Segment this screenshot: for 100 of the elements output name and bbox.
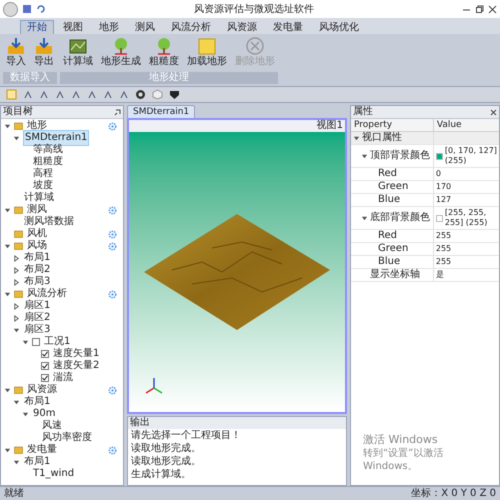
expanded-caret-icon[interactable] <box>13 458 20 466</box>
ribbon-button[interactable]: 粗糙度 <box>146 36 182 72</box>
tree-item[interactable]: 坡度 <box>32 179 54 193</box>
tree-item[interactable]: 风功率密度 <box>41 431 93 445</box>
tree-item[interactable]: 高程 <box>32 167 54 181</box>
folder-icon <box>14 386 23 394</box>
ribbon-button[interactable]: 导入 <box>3 36 29 72</box>
tree-item[interactable]: 风流分析 <box>26 287 68 301</box>
property-name: Blue <box>378 194 400 206</box>
save-icon[interactable] <box>22 4 32 14</box>
expanded-caret-icon[interactable] <box>4 290 11 298</box>
ribbon-tab[interactable]: 视图 <box>56 20 90 34</box>
settings-icon[interactable] <box>108 386 117 394</box>
camera-icon[interactable] <box>135 89 146 100</box>
ribbon-tab[interactable]: 风资源 <box>220 20 264 34</box>
checkbox[interactable] <box>41 350 49 358</box>
folder-icon <box>14 122 23 130</box>
tree-item[interactable]: 地形 <box>26 119 48 133</box>
tree-item[interactable]: 风机 <box>26 227 48 241</box>
tree-item[interactable]: 布局1 <box>23 455 52 469</box>
tree-item[interactable]: 计算域 <box>23 191 55 205</box>
tree-item[interactable]: 布局3 <box>23 275 52 289</box>
ribbon-button[interactable]: 导出 <box>31 36 57 72</box>
collapsed-caret-icon[interactable] <box>13 278 20 286</box>
checkbox[interactable] <box>41 362 49 370</box>
ribbon-tab[interactable]: 地形 <box>92 20 126 34</box>
expanded-caret-icon[interactable] <box>4 446 11 454</box>
expanded-caret-icon[interactable] <box>4 386 11 394</box>
ribbon-button[interactable]: 地形生成 <box>98 36 144 72</box>
expanded-caret-icon[interactable] <box>361 152 368 160</box>
collapsed-caret-icon[interactable] <box>13 266 20 274</box>
expanded-caret-icon[interactable] <box>13 326 20 334</box>
tree-item[interactable]: 测风塔数据 <box>23 215 75 229</box>
pin-icon[interactable] <box>114 108 121 116</box>
ribbon-button[interactable]: 计算域 <box>60 36 96 72</box>
tree-item[interactable]: 风资源 <box>26 383 58 397</box>
expanded-caret-icon[interactable] <box>22 338 29 346</box>
property-value: [255, 255, 255] (255) <box>444 207 488 229</box>
settings-icon[interactable] <box>108 290 117 298</box>
download-icon <box>34 36 54 56</box>
close-icon[interactable] <box>490 108 497 116</box>
expanded-caret-icon[interactable] <box>22 410 29 418</box>
ribbon-group-label: 地形处理 <box>60 72 278 84</box>
property-value: 0 <box>436 168 441 180</box>
close-icon[interactable] <box>488 4 497 14</box>
collapsed-caret-icon[interactable] <box>13 302 20 310</box>
status-text: 坐标：X 0 Y 0 Z 0 <box>411 488 496 500</box>
folder-icon <box>14 206 23 214</box>
undo-icon[interactable] <box>36 4 46 14</box>
tree-item[interactable]: 测风 <box>26 203 48 217</box>
expanded-caret-icon[interactable] <box>13 398 20 406</box>
tree-item[interactable]: 布局1 <box>23 251 52 265</box>
property-name: Red <box>378 230 397 242</box>
tree-item[interactable]: 布局1 <box>23 395 52 409</box>
property-value: [0, 170, 127] (255) <box>444 145 498 167</box>
property-value: 170 <box>436 181 452 193</box>
tree-item[interactable]: 布局2 <box>23 263 52 277</box>
ribbon-tab[interactable]: 开始 <box>20 20 54 34</box>
tree-item[interactable]: 发电量 <box>26 443 58 457</box>
checkbox[interactable] <box>41 374 49 382</box>
folder-icon <box>14 446 23 454</box>
property-name: 底部背景颜色 <box>370 212 430 224</box>
tree-item[interactable]: 粗糙度 <box>32 155 64 169</box>
expanded-caret-icon[interactable] <box>361 214 368 222</box>
tree-item[interactable]: 速度矢量2 <box>52 359 100 373</box>
tree-item[interactable]: 风场 <box>26 239 48 253</box>
tree-item[interactable]: 扇区3 <box>23 323 52 337</box>
tree-item[interactable]: 工况1 <box>43 335 72 349</box>
restore-icon[interactable] <box>475 4 484 14</box>
tree-item[interactable]: 等高线 <box>32 143 64 157</box>
expanded-caret-icon[interactable] <box>353 134 360 142</box>
app-menu-button[interactable] <box>3 2 18 16</box>
expanded-caret-icon[interactable] <box>13 134 20 142</box>
tree-item[interactable]: 速度矢量1 <box>52 347 100 361</box>
ribbon-button[interactable]: 加载地形 <box>184 36 230 72</box>
expanded-caret-icon[interactable] <box>4 122 11 130</box>
shield-icon[interactable] <box>169 89 180 100</box>
tree-item[interactable]: 90m <box>32 407 56 421</box>
tree-item[interactable]: 湍流 <box>52 371 74 385</box>
collapsed-caret-icon[interactable] <box>13 314 20 322</box>
ribbon-tab[interactable]: 风场优化 <box>312 20 366 34</box>
settings-icon[interactable] <box>108 206 117 214</box>
settings-icon[interactable] <box>108 122 117 130</box>
tree-item[interactable]: 扇区1 <box>23 299 52 313</box>
expanded-caret-icon[interactable] <box>4 206 11 214</box>
checkbox[interactable] <box>32 338 40 346</box>
ribbon-tab[interactable]: 测风 <box>128 20 162 34</box>
expanded-caret-icon[interactable] <box>4 242 11 250</box>
collapsed-caret-icon[interactable] <box>13 254 20 262</box>
tree-item[interactable]: T1_wind <box>32 467 76 481</box>
tree-item[interactable]: 扇区2 <box>23 311 52 325</box>
property-value: 是 <box>436 269 444 281</box>
log-line: 读取地形完成。 <box>130 442 202 455</box>
ribbon-tab[interactable]: 发电量 <box>266 20 310 34</box>
property-name: Blue <box>378 256 400 268</box>
column-header: Property <box>351 119 434 131</box>
tree-item[interactable]: 风速 <box>41 419 63 433</box>
ribbon-tab[interactable]: 风流分析 <box>164 20 218 34</box>
document-tab[interactable]: SMDterrain1 <box>127 105 196 118</box>
settings-icon[interactable] <box>108 446 117 454</box>
